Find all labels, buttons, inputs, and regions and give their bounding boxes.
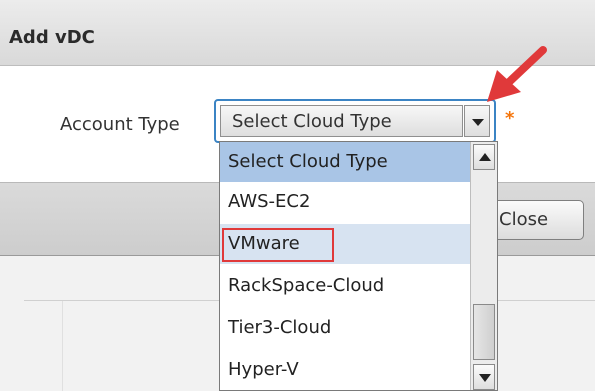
scroll-down-icon: [479, 374, 491, 382]
scroll-up-icon: [479, 153, 491, 161]
divider: [62, 301, 63, 391]
dropdown-list[interactable]: Select Cloud Type AWS-EC2 VMware RackSpa…: [219, 141, 498, 391]
account-type-label: Account Type: [60, 114, 180, 135]
close-button-label: Close: [499, 209, 549, 230]
option-label: Hyper-V: [228, 359, 299, 380]
scroll-down-button[interactable]: [473, 364, 495, 390]
option-label: Select Cloud Type: [228, 151, 388, 172]
scroll-up-button[interactable]: [473, 144, 495, 170]
red-arrow-icon: [487, 46, 547, 102]
option-label: AWS-EC2: [228, 191, 311, 212]
select-value: Select Cloud Type: [232, 111, 392, 132]
option-label: Tier3-Cloud: [228, 317, 332, 338]
chevron-down-icon: [472, 119, 484, 126]
account-type-select[interactable]: Select Cloud Type: [214, 99, 496, 143]
option-select-cloud-type[interactable]: Select Cloud Type: [220, 142, 470, 182]
dialog-title: Add vDC: [9, 27, 95, 48]
option-rackspace-cloud[interactable]: RackSpace-Cloud: [220, 266, 470, 306]
option-aws-ec2[interactable]: AWS-EC2: [220, 182, 470, 222]
option-hyper-v[interactable]: Hyper-V: [220, 350, 470, 390]
annotation-highlight-box: [222, 228, 334, 262]
scroll-thumb[interactable]: [473, 304, 495, 360]
option-vmware[interactable]: VMware: [220, 224, 470, 264]
option-label: RackSpace-Cloud: [228, 275, 385, 296]
select-display[interactable]: Select Cloud Type: [220, 105, 463, 137]
option-tier3-cloud[interactable]: Tier3-Cloud: [220, 308, 470, 348]
required-indicator: *: [505, 108, 515, 129]
dropdown-scrollbar[interactable]: [470, 142, 497, 390]
